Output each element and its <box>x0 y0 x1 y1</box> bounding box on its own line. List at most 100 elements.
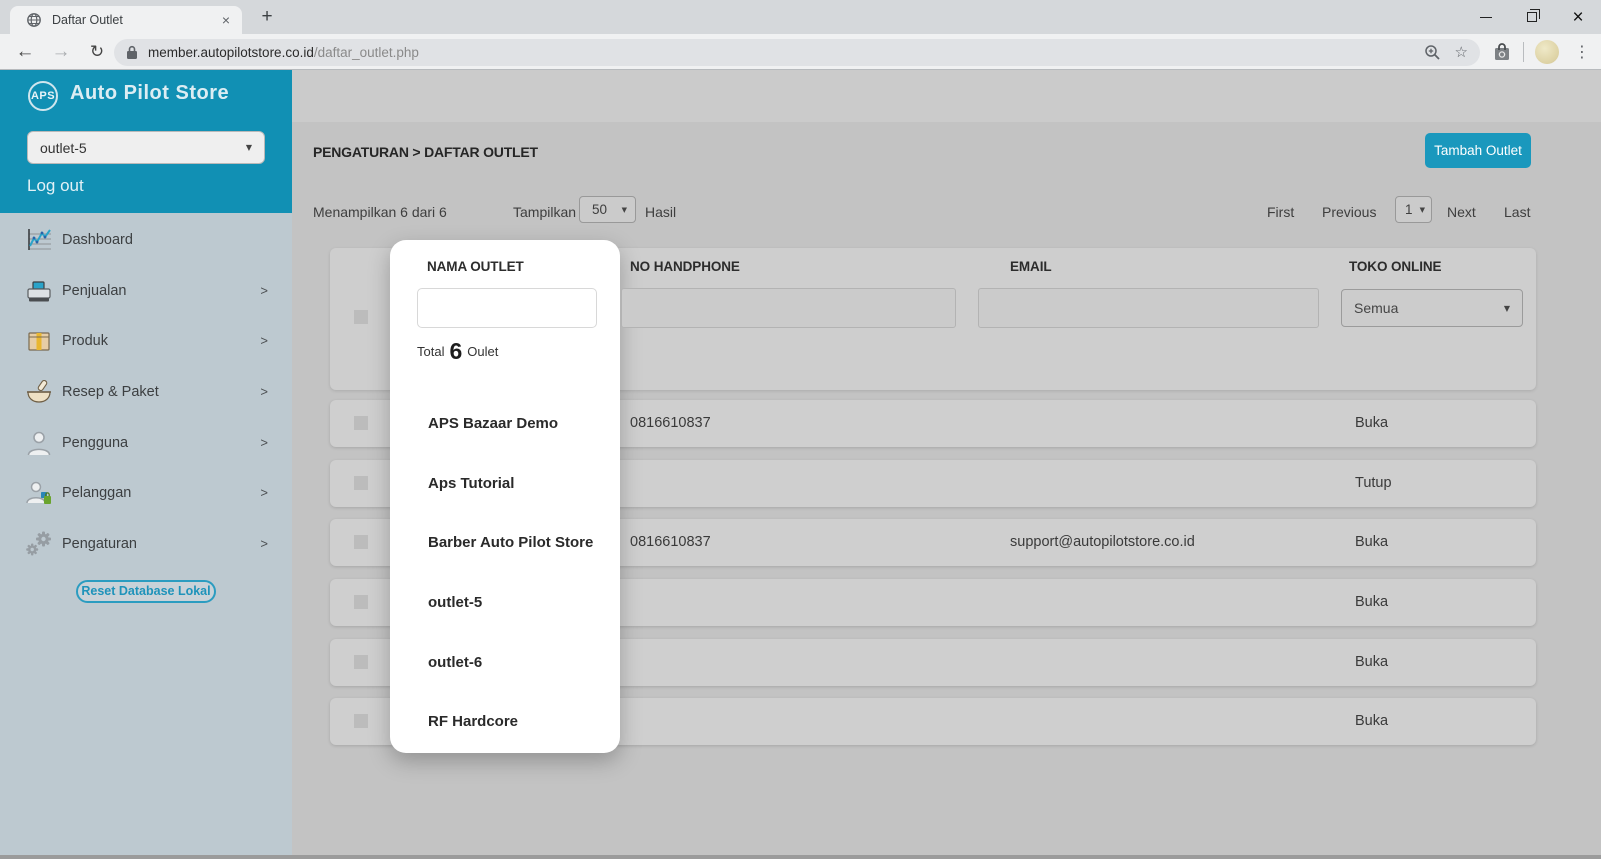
window-controls: × <box>1463 0 1601 34</box>
address-bar[interactable]: member.autopilotstore.co.id/daftar_outle… <box>114 39 1480 66</box>
chevron-right-icon: > <box>260 519 268 569</box>
tab-title: Daftar Outlet <box>52 13 218 27</box>
sidebar-item-produk[interactable]: Produk > <box>0 316 292 366</box>
customer-icon <box>24 478 54 508</box>
sidebar-header: APS Auto Pilot Store outlet-5 ▼ Log out <box>0 70 292 213</box>
row-status: Buka <box>1355 400 1388 447</box>
row-checkbox[interactable] <box>354 714 368 728</box>
product-box-icon <box>24 326 54 356</box>
row-status: Buka <box>1355 579 1388 626</box>
window-close-button[interactable]: × <box>1555 0 1601 34</box>
toolbar-separator <box>1523 42 1524 62</box>
tab-close-icon[interactable]: × <box>218 12 234 28</box>
window-minimize-button[interactable] <box>1463 0 1509 34</box>
page-size-select[interactable]: 50 ▼ <box>579 196 636 223</box>
sidebar-item-pengaturan[interactable]: Pengaturan > <box>0 519 292 569</box>
row-email: support@autopilotstore.co.id <box>1010 519 1195 566</box>
row-name: outlet-5 <box>428 579 482 626</box>
pagination-previous-link[interactable]: Previous <box>1322 199 1376 226</box>
sidebar-item-pengguna[interactable]: Pengguna > <box>0 418 292 468</box>
row-name: RF Hardcore <box>428 698 518 745</box>
row-checkbox[interactable] <box>354 655 368 669</box>
chevron-down-icon: ▼ <box>246 143 252 152</box>
breadcrumb: PENGATURAN > DAFTAR OUTLET <box>313 144 538 160</box>
pagination-first-link[interactable]: First <box>1267 199 1294 226</box>
tambah-outlet-button[interactable]: Tambah Outlet <box>1425 133 1531 168</box>
new-tab-button[interactable]: + <box>254 4 280 30</box>
restore-icon <box>1527 12 1537 22</box>
row-name: APS Bazaar Demo <box>428 400 558 447</box>
chevron-down-icon: ▼ <box>622 206 627 214</box>
column-header-no-handphone: NO HANDPHONE <box>630 259 740 274</box>
back-button[interactable]: ← <box>10 37 40 67</box>
chevron-right-icon: > <box>260 266 268 316</box>
row-name: outlet-6 <box>428 639 482 686</box>
total-prefix: Total <box>417 344 444 359</box>
filter-email-input[interactable] <box>978 288 1319 328</box>
page-size-suffix-label: Hasil <box>645 199 676 226</box>
window-restore-button[interactable] <box>1509 0 1555 34</box>
row-checkbox[interactable] <box>354 416 368 430</box>
chevron-right-icon: > <box>260 468 268 518</box>
row-checkbox[interactable] <box>354 476 368 490</box>
row-phone: 0816610837 <box>630 400 711 447</box>
filter-toko-online-select[interactable]: Semua ▼ <box>1341 289 1523 327</box>
window-close-icon: × <box>1572 8 1583 27</box>
sidebar-item-label: Produk <box>62 316 108 366</box>
profile-avatar[interactable] <box>1535 40 1559 64</box>
chevron-right-icon: > <box>260 418 268 468</box>
browser-tab[interactable]: Daftar Outlet × <box>10 6 242 34</box>
user-icon <box>24 428 54 458</box>
reset-database-button[interactable]: Reset Database Lokal <box>76 580 216 603</box>
brand-name: Auto Pilot Store <box>70 82 229 105</box>
page-number-value: 1 <box>1405 202 1420 217</box>
sidebar-item-label: Penjualan <box>62 266 127 316</box>
filter-nama-outlet-input[interactable] <box>417 288 597 328</box>
zoom-icon[interactable] <box>1424 44 1441 61</box>
sidebar-item-pelanggan[interactable]: Pelanggan > <box>0 468 292 518</box>
total-count: 6 <box>449 338 462 365</box>
row-status: Buka <box>1355 519 1388 566</box>
sidebar-item-label: Pengaturan <box>62 519 137 569</box>
pagination-next-link[interactable]: Next <box>1447 199 1476 226</box>
sidebar-item-dashboard[interactable]: Dashboard <box>0 215 292 265</box>
sidebar-item-label: Resep & Paket <box>62 367 159 417</box>
filter-no-handphone-input[interactable] <box>621 288 956 328</box>
forward-button[interactable]: → <box>46 37 76 67</box>
logout-link[interactable]: Log out <box>27 176 84 196</box>
outlet-select-value: outlet-5 <box>40 140 246 156</box>
row-checkbox[interactable] <box>354 535 368 549</box>
row-name: Aps Tutorial <box>428 460 514 507</box>
chevron-down-icon: ▼ <box>1504 304 1510 313</box>
reload-button[interactable]: ↻ <box>82 37 112 67</box>
minimize-icon <box>1480 17 1492 18</box>
sidebar-item-label: Dashboard <box>62 215 133 265</box>
url-text: member.autopilotstore.co.id/daftar_outle… <box>148 45 1410 60</box>
outlet-select[interactable]: outlet-5 ▼ <box>27 131 265 164</box>
column-header-toko-online: TOKO ONLINE <box>1349 259 1441 274</box>
browser-menu-icon[interactable]: ⋮ <box>1572 38 1592 66</box>
sidebar: APS Auto Pilot Store outlet-5 ▼ Log out … <box>0 70 292 859</box>
page-size-label: Tampilkan <box>513 199 576 226</box>
sidebar-item-penjualan[interactable]: Penjualan > <box>0 266 292 316</box>
url-path: /daftar_outlet.php <box>314 45 419 60</box>
showing-count-text: Menampilkan 6 dari 6 <box>313 199 447 226</box>
row-checkbox[interactable] <box>354 595 368 609</box>
row-status: Tutup <box>1355 460 1392 507</box>
pagination-last-link[interactable]: Last <box>1504 199 1530 226</box>
app-window: Daftar Outlet × + × ← → ↻ member.autopil… <box>0 0 1601 859</box>
chevron-right-icon: > <box>260 367 268 417</box>
extension-bag-icon[interactable] <box>1492 42 1512 62</box>
gear-icon <box>24 529 54 559</box>
globe-favicon-icon <box>26 12 42 28</box>
row-status: Buka <box>1355 698 1388 745</box>
page-size-value: 50 <box>592 202 622 217</box>
column-header-nama-outlet: NAMA OUTLET <box>427 259 524 274</box>
cash-register-icon <box>24 276 54 306</box>
select-all-checkbox[interactable] <box>354 310 368 324</box>
bookmark-star-icon[interactable]: ☆ <box>1455 39 1468 66</box>
page-number-select[interactable]: 1 ▼ <box>1395 196 1432 223</box>
sidebar-item-resep-paket[interactable]: Resep & Paket > <box>0 367 292 417</box>
chevron-down-icon: ▼ <box>1420 206 1425 214</box>
mortar-pestle-icon <box>24 377 54 407</box>
